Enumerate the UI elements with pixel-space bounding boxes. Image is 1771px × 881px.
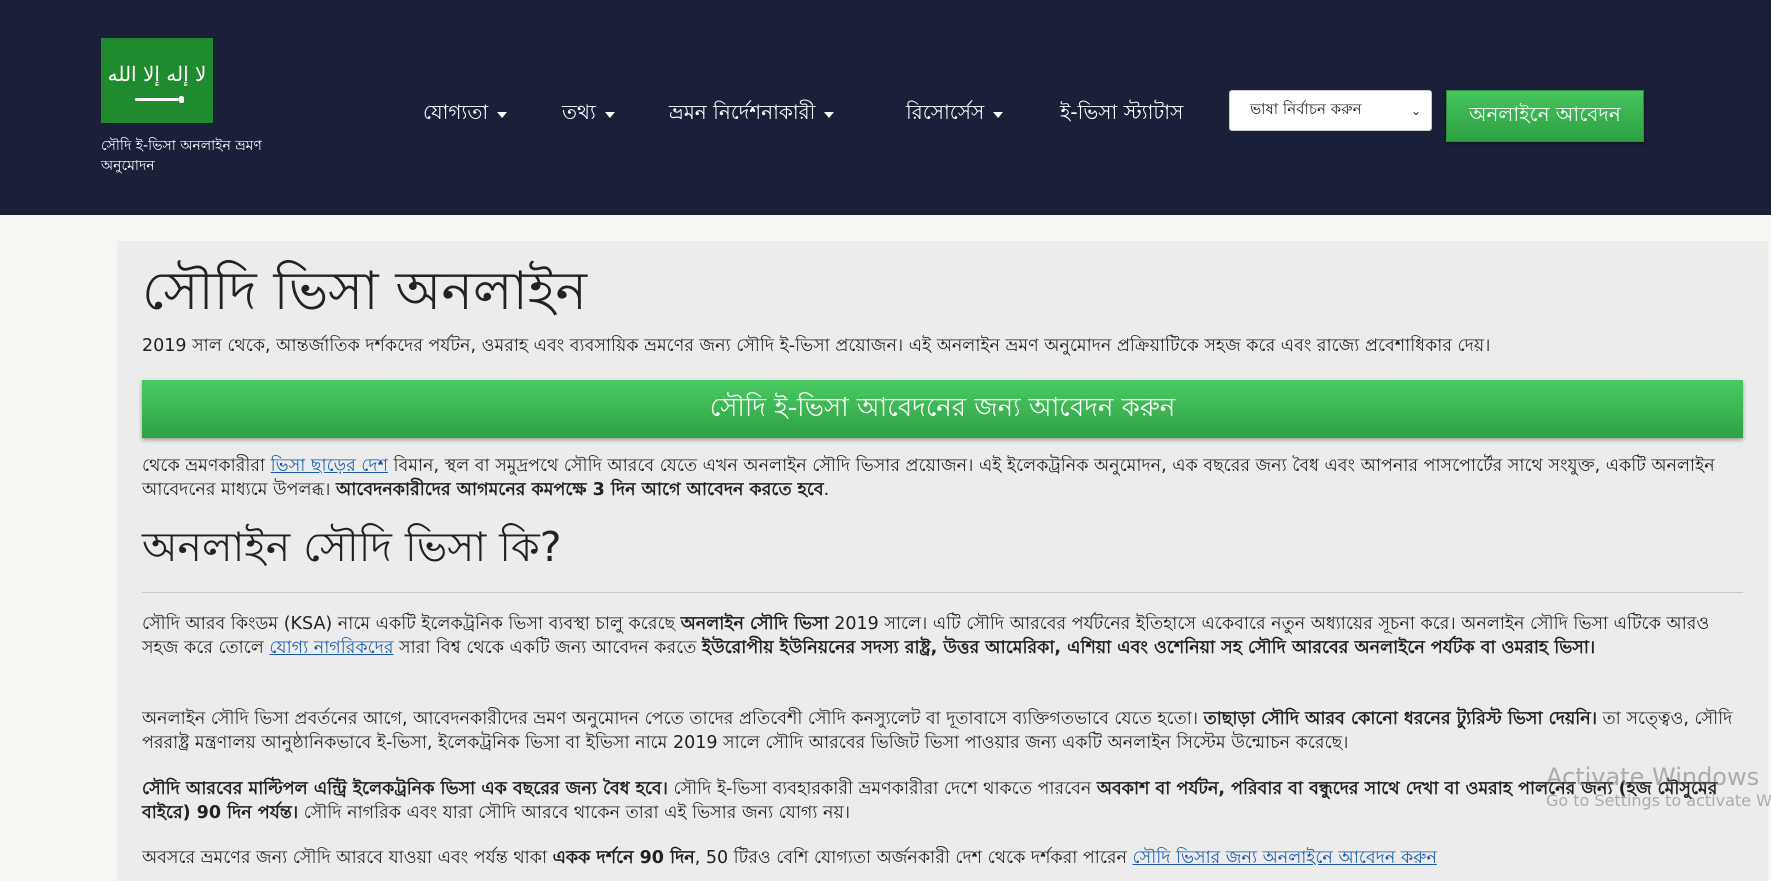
section-title: অনলাইন সৌদি ভিসা কি? — [142, 523, 562, 571]
nav-item-evisa-status[interactable]: ই-ভিসা স্ট্যাটাস — [1060, 98, 1183, 131]
nav-item-label: তথ্য — [562, 100, 596, 124]
bold-text: একক দর্শনে 90 দিন — [552, 848, 695, 868]
bold-text: আবেদনকারীদের আগমনের কমপক্ষে 3 দিন আগে আব… — [335, 480, 824, 500]
language-select[interactable]: ভাষা নির্বাচন করুন ⌄ — [1229, 90, 1432, 131]
bold-text: তাছাড়া সৌদি আরব কোনো ধরনের ট্যুরিস্ট ভি… — [1203, 709, 1597, 729]
caret-down-icon — [993, 111, 1004, 118]
activate-windows-watermark: Activate Windows Go to Settings to activ… — [1546, 763, 1771, 811]
text-span: অনলাইন সৌদি ভিসা প্রবর্তনের আগে, আবেদনকা… — [142, 709, 1204, 729]
nav-item-label: রিসোর্সেস — [906, 100, 985, 124]
chevron-down-icon: ⌄ — [1410, 103, 1421, 118]
divider — [142, 592, 1743, 593]
site-header: لا إله إلا الله সৌদি ই-ভিসা অনলাইন ভ্রমণ… — [0, 0, 1771, 215]
visa-info-paragraph: থেকে ভ্রমণকারীরা ভিসা ছাড়ের দেশ বিমান, … — [142, 454, 1742, 502]
main-nav: যোগ্যতা তথ্য ভ্রমন নির্দেশনাকারী রিসোর্স… — [0, 0, 1771, 215]
intro-paragraph: 2019 সাল থেকে, আন্তর্জাতিক দর্শকদের পর্য… — [142, 336, 1491, 356]
language-select-value: ভাষা নির্বাচন করুন — [1250, 100, 1362, 118]
nav-item-eligibility[interactable]: যোগ্যতা — [423, 98, 508, 131]
apply-evisa-button[interactable]: সৌদি ই-ভিসা আবেদনের জন্য আবেদন করুন — [142, 380, 1743, 438]
caret-down-icon — [824, 111, 835, 118]
text-span: , 50 টিরও বেশি যোগ্যতা অর্জনকারী দেশ থেক… — [694, 848, 1133, 868]
apply-online-link[interactable]: সৌদি ভিসার জন্য অনলাইনে আবেদন করুন — [1133, 848, 1437, 868]
bold-text: অনলাইন সৌদি ভিসা — [680, 614, 829, 634]
watermark-line1: Activate Windows — [1546, 763, 1760, 791]
bold-text: সৌদি আরবের মাল্টিপল এন্ট্রি ইলেকট্রনিক ভ… — [142, 779, 668, 799]
text-span: সৌদি আরব কিংডম (KSA) নামে একটি ইলেকট্রনি… — [142, 614, 681, 634]
visa-waiver-countries-link[interactable]: ভিসা ছাড়ের দেশ — [271, 456, 388, 476]
bold-text: ইউরোপীয় ইউনিয়নের সদস্য রাষ্ট্র, উত্তর … — [701, 638, 1596, 658]
caret-down-icon — [604, 111, 615, 118]
nav-item-information[interactable]: তথ্য — [562, 98, 615, 131]
page-title: সৌদি ভিসা অনলাইন — [142, 261, 588, 322]
apply-online-button[interactable]: অনলাইনে আবেদন — [1446, 90, 1644, 142]
text-span: সৌদি ই-ভিসা ব্যবহারকারী ভ্রমণকারীরা দেশে… — [667, 779, 1097, 799]
history-paragraph: অনলাইন সৌদি ভিসা প্রবর্তনের আগে, আবেদনকা… — [142, 707, 1742, 755]
nav-item-label: যোগ্যতা — [423, 100, 489, 124]
nav-item-resources[interactable]: রিসোর্সেস — [906, 98, 1004, 131]
nav-item-label: ই-ভিসা স্ট্যাটাস — [1060, 100, 1184, 124]
nav-item-label: ভ্রমন নির্দেশনাকারী — [669, 100, 816, 124]
text-span: সারা বিশ্ব থেকে একটি জন্য আবেদন করতে — [393, 638, 702, 658]
text-span: সৌদি নাগরিক এবং যারা সৌদি আরবে থাকেন তার… — [298, 803, 851, 823]
caret-down-icon — [497, 111, 508, 118]
nav-item-travel-guide[interactable]: ভ্রমন নির্দেশনাকারী — [669, 98, 835, 131]
text-span: অবসরে ভ্রমণের জন্য সৌদি আরবে যাওয়া এবং … — [142, 848, 553, 868]
stay-paragraph: অবসরে ভ্রমণের জন্য সৌদি আরবে যাওয়া এবং … — [142, 846, 1742, 870]
text-span: থেকে ভ্রমণকারীরা — [142, 456, 271, 476]
what-is-paragraph: সৌদি আরব কিংডম (KSA) নামে একটি ইলেকট্রনি… — [142, 612, 1742, 660]
watermark-line2: Go to Settings to activate W — [1546, 791, 1771, 810]
validity-paragraph: সৌদি আরবের মাল্টিপল এন্ট্রি ইলেকট্রনিক ভ… — [142, 777, 1742, 825]
eligible-citizens-link[interactable]: যোগ্য নাগরিকদের — [269, 638, 393, 658]
text-span: . — [823, 480, 830, 500]
